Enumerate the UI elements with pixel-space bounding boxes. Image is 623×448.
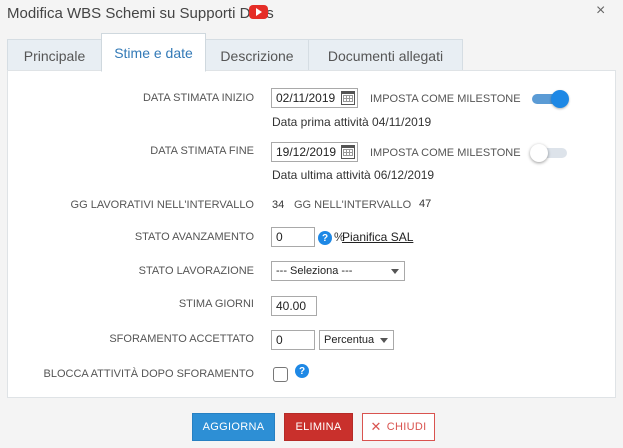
overrun-value: 0 — [276, 333, 283, 347]
youtube-icon[interactable] — [249, 5, 268, 19]
progress-input[interactable]: 0 — [271, 227, 315, 247]
estimate-days-value: 40.00 — [276, 299, 307, 313]
tab-bar: Principale Stime e date Descrizione Docu… — [7, 33, 616, 72]
close-icon: ✕ — [370, 419, 382, 434]
tab-documenti-allegati[interactable]: Documenti allegati — [308, 39, 463, 71]
total-days-value: 47 — [419, 198, 432, 210]
work-status-selected: --- Seleziona --- — [276, 265, 353, 277]
overrun-label: SFORAMENTO ACCETTATO — [109, 333, 254, 345]
progress-value: 0 — [276, 230, 283, 244]
start-date-input[interactable]: 02/11/2019 — [271, 88, 358, 108]
block-after-overrun-label: BLOCCA ATTIVITÀ DOPO SFORAMENTO — [43, 368, 254, 380]
help-icon[interactable]: ? — [295, 364, 309, 378]
working-days-value: 34 — [272, 199, 285, 211]
overrun-input[interactable]: 0 — [271, 330, 315, 350]
estimate-days-input[interactable]: 40.00 — [271, 296, 317, 316]
start-date-info: Data prima attività 04/11/2019 — [272, 115, 432, 129]
calendar-icon[interactable] — [341, 145, 355, 159]
tab-principale[interactable]: Principale — [7, 39, 102, 71]
help-icon[interactable]: ? — [318, 231, 332, 245]
progress-label: STATO AVANZAMENTO — [134, 231, 254, 243]
start-milestone-toggle[interactable] — [532, 90, 569, 108]
delete-button[interactable]: ELIMINA — [284, 413, 353, 441]
overrun-type-select[interactable]: Percentua — [319, 330, 394, 350]
toggle-knob — [551, 90, 569, 108]
end-milestone-label: IMPOSTA COME MILESTONE — [370, 147, 521, 159]
tab-stime-e-date[interactable]: Stime e date — [101, 33, 206, 72]
work-status-select[interactable]: --- Seleziona --- — [271, 261, 405, 281]
tab-descrizione[interactable]: Descrizione — [205, 39, 309, 71]
toggle-knob — [530, 144, 548, 162]
end-milestone-toggle[interactable] — [530, 144, 567, 162]
start-date-value: 02/11/2019 — [276, 91, 336, 105]
pianifica-sal-link[interactable]: Pianifica SAL — [342, 230, 413, 244]
calendar-icon[interactable] — [341, 91, 355, 105]
close-button-label: CHIUDI — [386, 421, 427, 433]
chevron-down-icon — [380, 338, 388, 343]
estimate-days-label: STIMA GIORNI — [178, 298, 254, 310]
working-days-label: GG LAVORATIVI NELL'INTERVALLO — [70, 199, 254, 211]
start-milestone-label: IMPOSTA COME MILESTONE — [370, 93, 521, 105]
block-after-overrun-checkbox[interactable] — [273, 367, 288, 382]
window-title: Modifica WBS Schemi su Supporti Docs — [7, 5, 274, 22]
chevron-down-icon — [391, 269, 399, 274]
update-button[interactable]: AGGIORNA — [192, 413, 275, 441]
window-titlebar: Modifica WBS Schemi su Supporti Docs × — [0, 0, 623, 28]
tab-panel-stime-e-date: DATA STIMATA INIZIO 02/11/2019 IMPOSTA C… — [7, 70, 616, 398]
close-icon[interactable]: × — [596, 2, 605, 20]
total-days-label: GG NELL'INTERVALLO — [294, 199, 412, 211]
close-button[interactable]: ✕ CHIUDI — [362, 413, 435, 441]
start-date-label: DATA STIMATA INIZIO — [142, 92, 254, 104]
end-date-input[interactable]: 19/12/2019 — [271, 142, 358, 162]
end-date-value: 19/12/2019 — [276, 145, 337, 159]
work-status-label: STATO LAVORAZIONE — [138, 265, 254, 277]
overrun-type-selected: Percentua — [324, 334, 375, 346]
end-date-info: Data ultima attività 06/12/2019 — [272, 168, 435, 182]
end-date-label: DATA STIMATA FINE — [150, 145, 254, 157]
